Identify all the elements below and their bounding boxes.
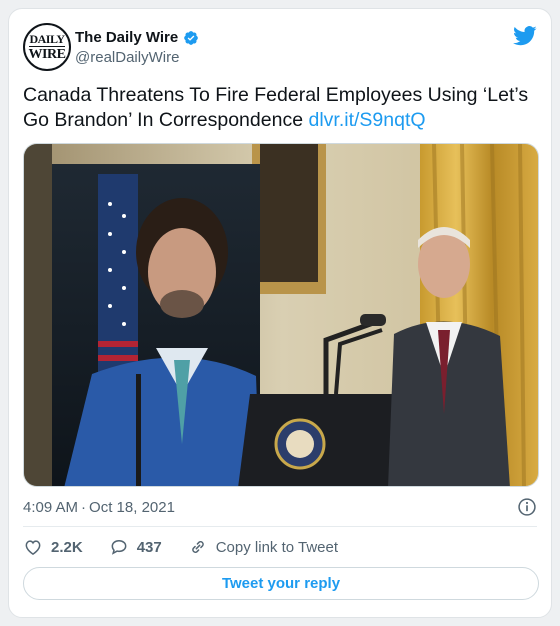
like-count: 2.2K bbox=[51, 538, 83, 556]
reply-button[interactable]: 437 bbox=[109, 537, 162, 557]
copy-link-button[interactable]: Copy link to Tweet bbox=[188, 537, 338, 557]
tweet-your-reply-button[interactable]: Tweet your reply bbox=[23, 567, 539, 600]
divider bbox=[23, 526, 537, 527]
photo-illustration bbox=[24, 144, 538, 486]
twitter-bird-icon[interactable] bbox=[513, 25, 537, 47]
copy-link-label: Copy link to Tweet bbox=[215, 538, 339, 556]
avatar-logo-bottom: WIRE bbox=[28, 45, 66, 62]
tweet-date: Oct 18, 2021 bbox=[89, 499, 175, 516]
like-button[interactable]: 2.2K bbox=[23, 537, 83, 557]
tweet-media-photo[interactable] bbox=[23, 143, 539, 487]
tweet-link[interactable]: dlvr.it/S9nqtQ bbox=[308, 109, 425, 131]
info-icon[interactable] bbox=[517, 497, 537, 517]
tweet-body: Canada Threatens To Fire Federal Employe… bbox=[23, 84, 529, 131]
author-name-row[interactable]: The Daily Wire bbox=[75, 29, 199, 46]
tweet-actions: 2.2K 437 Copy link to Tweet bbox=[23, 537, 364, 557]
verified-badge-icon bbox=[184, 30, 199, 45]
reply-bubble-icon bbox=[111, 539, 127, 555]
link-icon bbox=[191, 541, 204, 553]
tweet-time: 4:09 AM bbox=[23, 499, 79, 516]
heart-icon bbox=[25, 540, 41, 555]
tweet-timestamp[interactable]: 4:09 AM · Oct 18, 2021 bbox=[23, 499, 175, 516]
author-handle[interactable]: @realDailyWire bbox=[75, 49, 179, 66]
tweet-text: Canada Threatens To Fire Federal Employe… bbox=[23, 83, 533, 133]
reply-count: 437 bbox=[136, 538, 162, 556]
tweet-card: DAILY WIRE The Daily Wire @realDailyWire… bbox=[8, 8, 552, 618]
author-display-name[interactable]: The Daily Wire bbox=[75, 29, 178, 46]
avatar[interactable]: DAILY WIRE bbox=[23, 23, 71, 71]
meta-separator: · bbox=[81, 499, 87, 516]
avatar-logo-top: DAILY bbox=[29, 31, 65, 46]
